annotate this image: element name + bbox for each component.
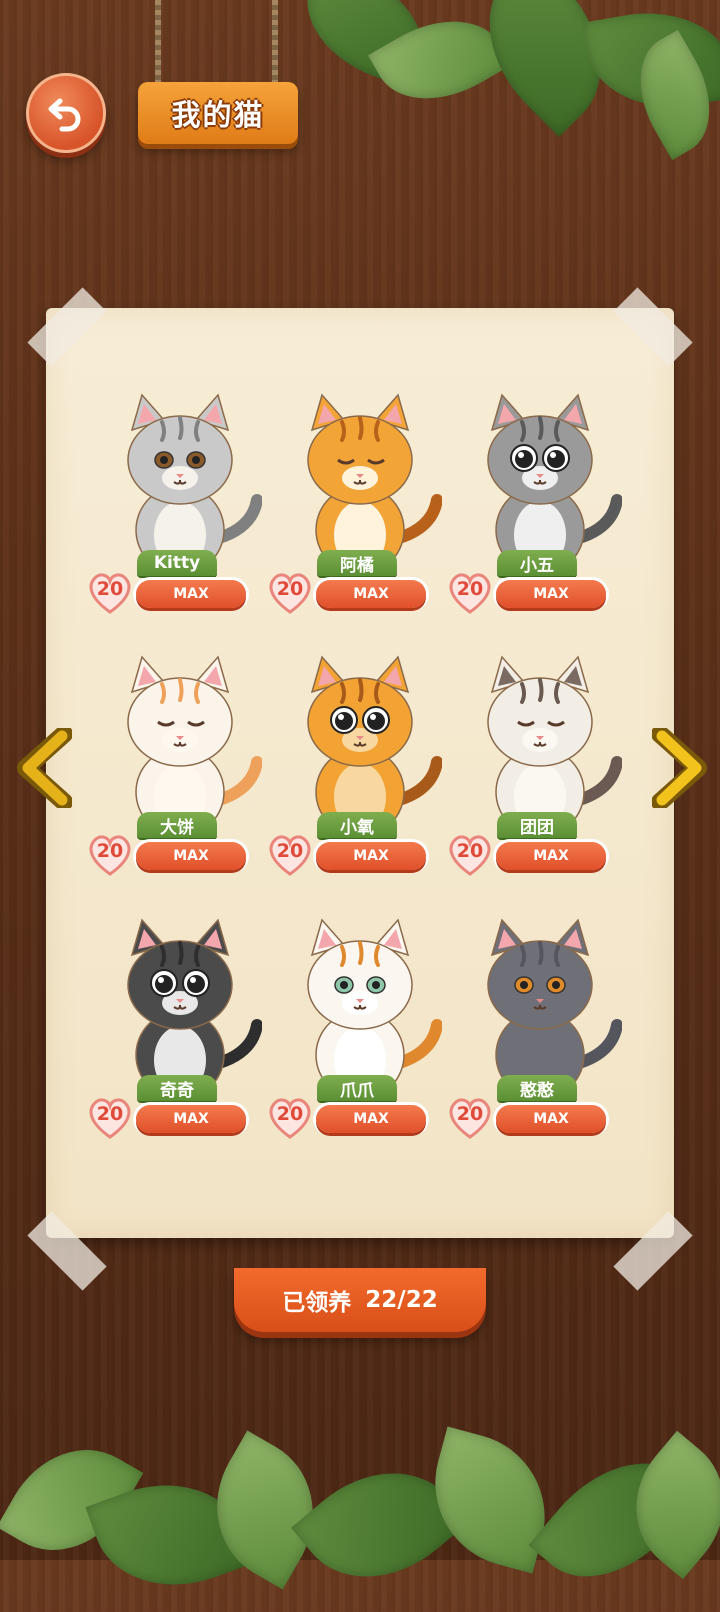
page-title: 我的猫 [138,82,298,144]
cat-card[interactable]: 大饼 MAX 20 [89,652,262,892]
cat-card[interactable]: Kitty MAX 20 [89,390,262,630]
adopted-label: 已领养 [282,1290,352,1316]
back-button[interactable] [26,73,106,153]
cat-card[interactable]: 小五 MAX 20 [449,390,622,630]
level-heart: 20 [446,570,494,614]
chevron-left-icon [17,728,72,808]
cat-name-tag: 阿橘 [317,550,397,576]
level-heart: 20 [266,1095,314,1139]
level-max-bar: MAX [136,580,246,608]
cat-level: 20 [456,1103,484,1125]
cat-level: 20 [456,578,484,600]
back-arrow-icon [48,98,81,132]
cat-card[interactable]: 团团 MAX 20 [449,652,622,892]
cat-level: 20 [276,840,304,862]
adopted-count-badge: 已领养 22/22 [234,1268,486,1332]
level-heart: 20 [446,832,494,876]
rope [272,0,278,90]
level-heart: 20 [86,570,134,614]
cat-card[interactable]: 憨憨 MAX 20 [449,915,622,1155]
cat-name-tag: 小五 [497,550,577,576]
cat-level: 20 [276,1103,304,1125]
cat-name-tag: 爪爪 [317,1075,397,1101]
level-max-bar: MAX [316,842,426,870]
cat-name-tag: 小氧 [317,812,397,838]
level-heart: 20 [266,570,314,614]
cat-level: 20 [456,840,484,862]
cat-name-tag: 团团 [497,812,577,838]
level-max-bar: MAX [316,580,426,608]
rope [155,0,161,90]
cat-card[interactable]: 爪爪 MAX 20 [269,915,442,1155]
level-max-bar: MAX [496,842,606,870]
level-max-bar: MAX [136,1105,246,1133]
chevron-right-icon [652,728,707,808]
cat-level: 20 [96,578,124,600]
cat-card[interactable]: 阿橘 MAX 20 [269,390,442,630]
adopted-count: 22/22 [365,1287,438,1313]
cat-name-tag: 憨憨 [497,1075,577,1101]
cat-level: 20 [96,840,124,862]
level-max-bar: MAX [496,1105,606,1133]
cat-card[interactable]: 奇奇 MAX 20 [89,915,262,1155]
cat-name-tag: 大饼 [137,812,217,838]
cat-level: 20 [96,1103,124,1125]
level-max-bar: MAX [136,842,246,870]
cat-card[interactable]: 小氧 MAX 20 [269,652,442,892]
cat-name-tag: Kitty [137,550,217,576]
level-heart: 20 [266,832,314,876]
level-max-bar: MAX [316,1105,426,1133]
cat-name-tag: 奇奇 [137,1075,217,1101]
cat-level: 20 [276,578,304,600]
level-heart: 20 [86,1095,134,1139]
level-max-bar: MAX [496,580,606,608]
level-heart: 20 [446,1095,494,1139]
level-heart: 20 [86,832,134,876]
